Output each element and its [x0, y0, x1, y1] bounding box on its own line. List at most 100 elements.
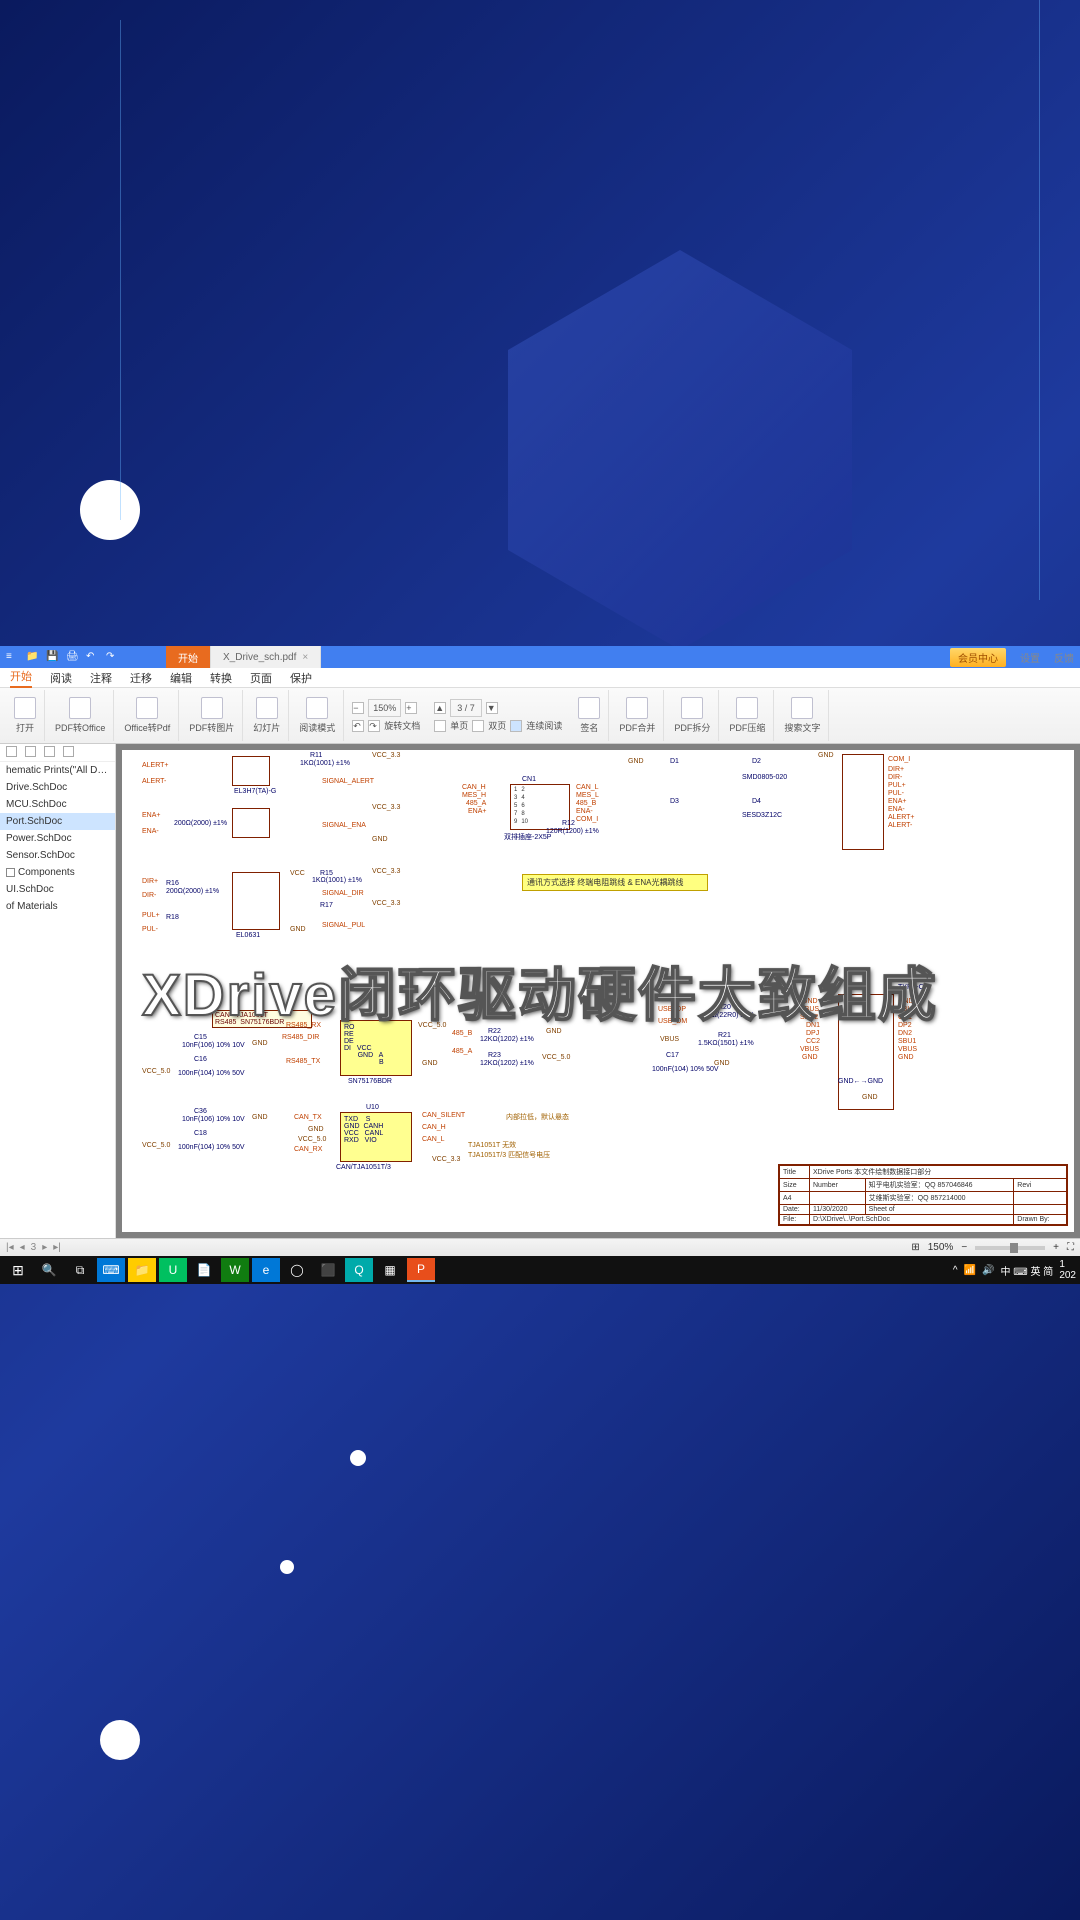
rt-page[interactable]: 页面 — [250, 670, 272, 686]
save-icon[interactable]: 💾 — [46, 651, 58, 663]
cantx: CAN_TX — [294, 1114, 322, 1121]
u10-vcc: VCC_5.0 — [298, 1136, 326, 1143]
bookmark-mcu[interactable]: MCU.SchDoc — [0, 796, 115, 813]
rt-read[interactable]: 阅读 — [50, 670, 72, 686]
rotate-right-icon[interactable]: ↷ — [368, 720, 380, 732]
member-center-button[interactable]: 会员中心 — [950, 648, 1006, 667]
start-button[interactable]: ⊞ — [4, 1258, 32, 1282]
rb-merge[interactable]: PDF合并 — [611, 690, 664, 741]
sb-thumb-icon[interactable] — [25, 746, 36, 757]
rt-migrate[interactable]: 迁移 — [130, 670, 152, 686]
opto-u5 — [232, 756, 270, 786]
ime-indicator[interactable]: 中 ⌨ 英 简 — [1001, 1263, 1054, 1278]
sb-attach-icon[interactable] — [63, 746, 74, 757]
rt-edit[interactable]: 编辑 — [170, 670, 192, 686]
zoom-field[interactable]: 150% — [368, 699, 401, 717]
double-page-icon[interactable] — [472, 720, 484, 732]
tray-up-icon[interactable]: ^ — [953, 1265, 958, 1276]
u10-vcc33: VCC_3.3 — [432, 1156, 460, 1163]
sb-layers-icon[interactable] — [44, 746, 55, 757]
bookmark-materials[interactable]: of Materials — [0, 898, 115, 915]
rt-convert[interactable]: 转换 — [210, 670, 232, 686]
tab-start[interactable]: 开始 — [166, 646, 211, 668]
r18: R18 — [166, 914, 179, 921]
page-prev-icon[interactable]: ▲ — [434, 702, 446, 714]
system-tray[interactable]: ^ 📶 🔊 中 ⌨ 英 简 1202 — [953, 1259, 1076, 1281]
zoom-slider[interactable] — [975, 1246, 1045, 1250]
search-button[interactable]: 🔍 — [35, 1258, 63, 1282]
redo-icon[interactable]: ↷ — [106, 651, 118, 663]
rotate-left-icon[interactable]: ↶ — [352, 720, 364, 732]
rb-search[interactable]: 搜索文字 — [776, 690, 829, 741]
cn2-enap: ENA+ — [888, 798, 906, 805]
page-next-icon[interactable]: ▼ — [486, 702, 498, 714]
sb-outline-icon[interactable] — [6, 746, 17, 757]
tab-document[interactable]: X_Drive_sch.pdf× — [211, 646, 321, 668]
rb-office2pdf[interactable]: Office转Pdf — [116, 690, 179, 741]
settings-link[interactable]: 设置 — [1020, 650, 1040, 665]
first-page-icon[interactable]: |◂ — [6, 1242, 14, 1253]
zoom-minus-icon[interactable]: − — [961, 1242, 967, 1253]
rb-sign[interactable]: 签名 — [570, 690, 609, 741]
net-485a: 485_A — [452, 1048, 472, 1055]
zoom-in-icon[interactable]: + — [405, 702, 417, 714]
print-icon[interactable]: 🖨 — [66, 651, 78, 663]
rb-compress[interactable]: PDF压缩 — [721, 690, 774, 741]
tb-wechat[interactable]: W — [221, 1258, 249, 1282]
tray-net-icon[interactable]: 📶 — [964, 1265, 976, 1276]
clock[interactable]: 1202 — [1059, 1259, 1076, 1281]
undo-icon[interactable]: ↶ — [86, 651, 98, 663]
tb-app4[interactable]: ▦ — [376, 1258, 404, 1282]
prev-page-icon[interactable]: ◂ — [20, 1242, 25, 1253]
bookmark-root[interactable]: hematic Prints("All Documents",Logic — [0, 762, 115, 779]
fit-page-icon[interactable]: ⊞ — [911, 1242, 919, 1253]
feedback-link[interactable]: 反馈 — [1054, 650, 1074, 665]
bookmark-components[interactable]: Components — [0, 864, 115, 881]
tb-vscode[interactable]: ⌨ — [97, 1258, 125, 1282]
tb-edge[interactable]: e — [252, 1258, 280, 1282]
zoom-out-icon[interactable]: − — [352, 702, 364, 714]
tb-pdf-reader[interactable]: P — [407, 1258, 435, 1282]
rt-annot[interactable]: 注释 — [90, 670, 112, 686]
tb-obs[interactable]: ◯ — [283, 1258, 311, 1282]
tb-app2[interactable]: 📄 — [190, 1258, 218, 1282]
close-tab-icon[interactable]: × — [302, 652, 308, 663]
tb-explorer[interactable]: 📁 — [128, 1258, 156, 1282]
last-page-icon[interactable]: ▸| — [53, 1242, 61, 1253]
rb-pdf2office[interactable]: PDF转Office — [47, 690, 114, 741]
rb-open[interactable]: 打开 — [6, 690, 45, 741]
cn2-comi: COM_I — [888, 756, 910, 763]
tb-app3[interactable]: ⬛ — [314, 1258, 342, 1282]
tb-qq[interactable]: Q — [345, 1258, 373, 1282]
rt-protect[interactable]: 保护 — [290, 670, 312, 686]
bookmark-drive[interactable]: Drive.SchDoc — [0, 779, 115, 796]
c15v: 10nF(106) 10% 10V — [182, 1042, 245, 1049]
bookmark-port[interactable]: Port.SchDoc — [0, 813, 115, 830]
taskview-button[interactable]: ⧉ — [66, 1258, 94, 1282]
app-menu-icon[interactable]: ≡ — [6, 651, 18, 663]
tray-vol-icon[interactable]: 🔊 — [982, 1265, 994, 1276]
page-number[interactable]: 3 — [31, 1242, 37, 1253]
bookmark-sensor[interactable]: Sensor.SchDoc — [0, 847, 115, 864]
rb-ppt[interactable]: 幻灯片 — [245, 690, 289, 741]
continuous-icon[interactable] — [510, 720, 522, 732]
open-icon[interactable]: 📁 — [26, 651, 38, 663]
fullscreen-icon[interactable]: ⛶ — [1067, 1242, 1074, 1253]
bookmark-ui[interactable]: UI.SchDoc — [0, 881, 115, 898]
single-page-icon[interactable] — [434, 720, 446, 732]
tb-app1[interactable]: U — [159, 1258, 187, 1282]
r16v: 200Ω(2000) ±1% — [166, 888, 219, 895]
rt-start[interactable]: 开始 — [10, 668, 32, 688]
rb-readmode[interactable]: 阅读模式 — [291, 690, 344, 741]
rb-split[interactable]: PDF拆分 — [666, 690, 719, 741]
cn2-connector — [842, 754, 884, 850]
gnd-u8: GND — [290, 926, 306, 933]
r15: R15 — [320, 870, 333, 877]
zoom-plus-icon[interactable]: + — [1053, 1242, 1059, 1253]
next-page-icon[interactable]: ▸ — [42, 1242, 47, 1253]
canrx: CAN_RX — [294, 1146, 322, 1153]
page-indicator[interactable]: 3 / 7 — [450, 699, 482, 717]
canl: CAN_L — [422, 1136, 445, 1143]
rb-pdf2img[interactable]: PDF转图片 — [181, 690, 243, 741]
bookmark-power[interactable]: Power.SchDoc — [0, 830, 115, 847]
